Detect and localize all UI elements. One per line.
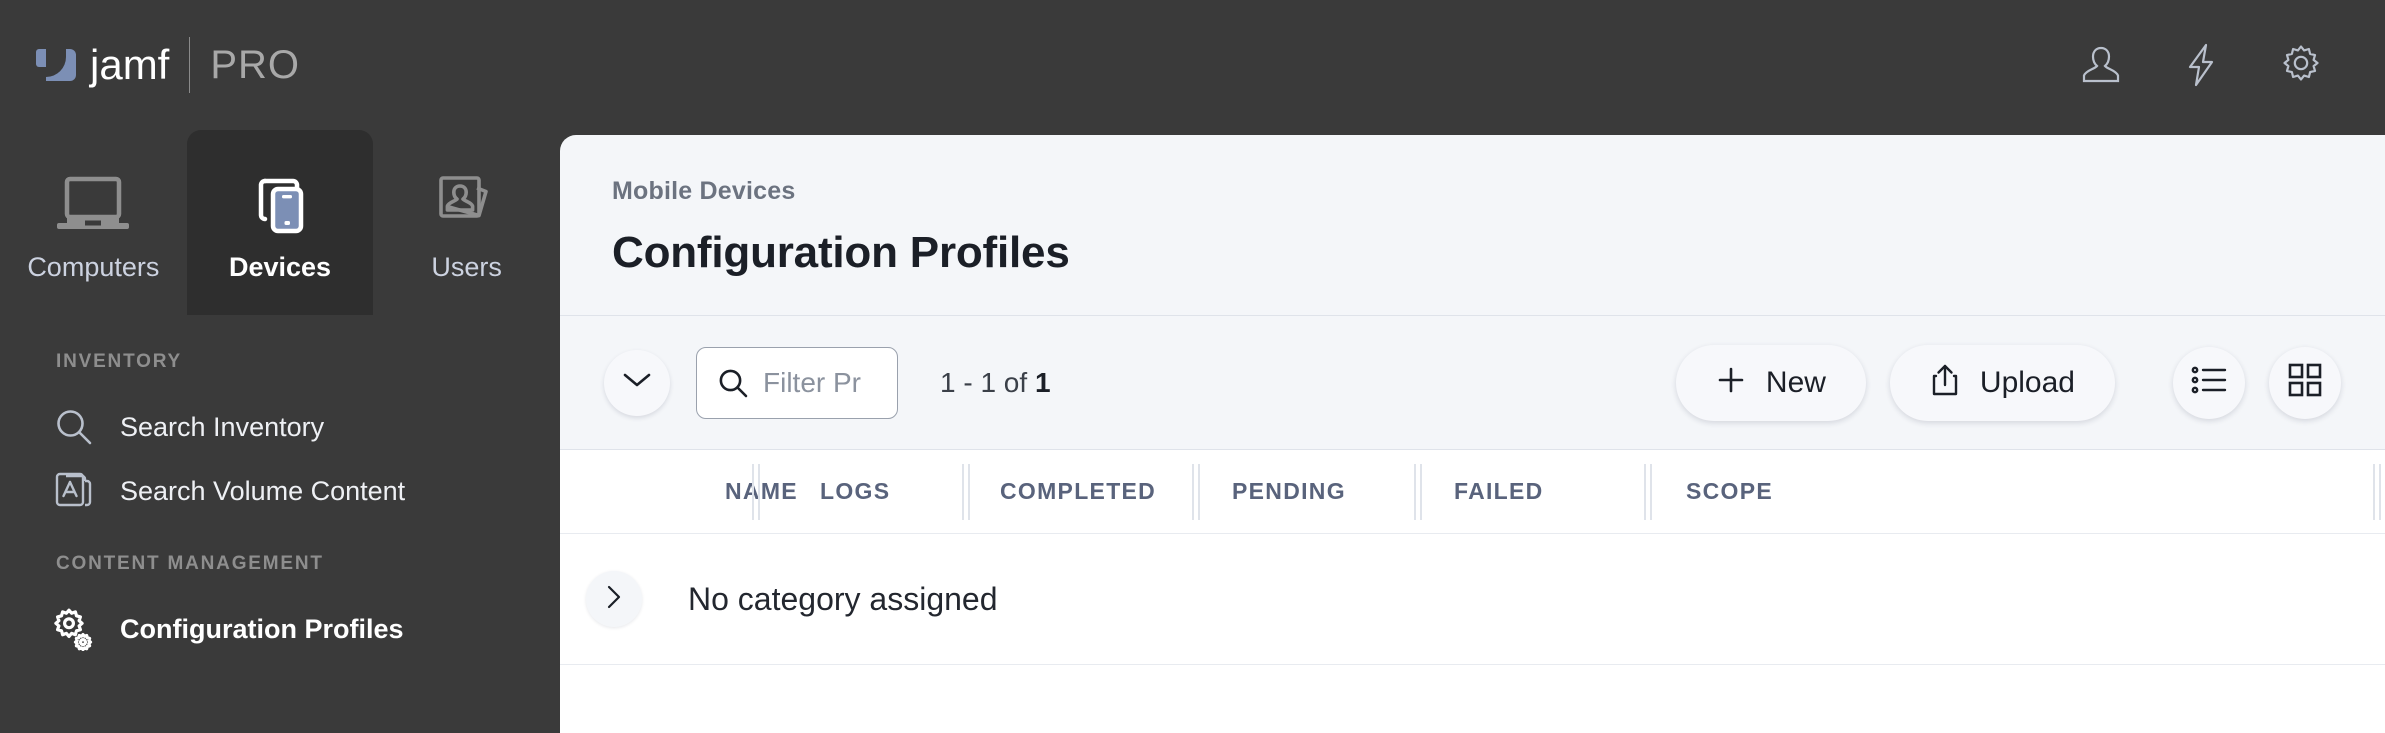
- new-button-label: New: [1765, 365, 1826, 399]
- gear-settings-icon[interactable]: [2279, 43, 2323, 87]
- column-header-name-label: NAME: [725, 478, 798, 504]
- users-cards-icon: [430, 156, 504, 252]
- tab-users-label: Users: [431, 252, 502, 282]
- nav-group-inventory-title: INVENTORY: [56, 351, 182, 372]
- brand-name: jamf: [90, 41, 170, 88]
- list-view-icon: [2191, 365, 2227, 400]
- table-row[interactable]: No category assigned: [560, 534, 2385, 664]
- jamf-pro-logo[interactable]: jamf PRO: [36, 37, 300, 93]
- brand-edition: PRO: [210, 42, 301, 87]
- profiles-table: NAME LOGS COMPLETED PENDING FAILED SCOPE…: [560, 450, 2385, 733]
- column-header-failed-label: FAILED: [1454, 478, 1544, 504]
- sidebar-item-configuration-profiles[interactable]: Configuration Profiles: [0, 597, 560, 661]
- section-tabs: Computers Devices Users: [0, 130, 560, 315]
- chevron-down-icon: [622, 371, 652, 394]
- toolbar: Filter Pr 1 - 1 of 1 New Upload: [560, 315, 2385, 450]
- column-header-completed-label: COMPLETED: [1000, 478, 1157, 504]
- tab-devices-label: Devices: [228, 252, 332, 282]
- laptop-icon: [53, 156, 133, 252]
- table-header-row: NAME LOGS COMPLETED PENDING FAILED SCOPE: [560, 450, 2385, 534]
- page-header: Mobile Devices Configuration Profiles: [560, 135, 2385, 315]
- column-header-name[interactable]: NAME: [560, 450, 820, 534]
- gears-icon: [52, 607, 96, 651]
- result-count: 1 - 1 of 1: [940, 367, 1051, 399]
- new-button[interactable]: New: [1675, 344, 1866, 421]
- sidebar-item-configuration-profiles-label: Configuration Profiles: [120, 613, 404, 644]
- upload-button-label: Upload: [1979, 365, 2075, 399]
- grid-view-button[interactable]: [2269, 346, 2341, 419]
- chevron-right-icon: [606, 584, 622, 615]
- plus-icon: [1716, 365, 1746, 400]
- column-header-scope-label: SCOPE: [1686, 478, 1774, 504]
- expand-all-button[interactable]: [604, 349, 670, 416]
- tab-computers-label: Computers: [27, 252, 160, 282]
- jamf-pro-app-window: jamf PRO Computers Devices Users INVENTO…: [0, 0, 2385, 733]
- breadcrumb[interactable]: Mobile Devices: [612, 177, 2385, 206]
- bolt-icon[interactable]: [2179, 43, 2223, 87]
- column-resize-handle[interactable]: [962, 463, 970, 520]
- sidebar: Computers Devices Users INVENTORY Search…: [0, 130, 560, 733]
- list-view-button[interactable]: [2173, 346, 2245, 419]
- tab-users[interactable]: Users: [373, 130, 560, 315]
- page-title: Configuration Profiles: [612, 228, 1070, 277]
- tab-devices[interactable]: Devices: [186, 130, 374, 315]
- sidebar-item-search-volume-content[interactable]: Search Volume Content: [0, 459, 560, 523]
- column-resize-handle[interactable]: [2373, 463, 2381, 520]
- column-header-scope[interactable]: SCOPE: [1644, 450, 1986, 534]
- user-account-icon[interactable]: [2079, 43, 2123, 87]
- upload-share-icon: [1930, 363, 1960, 402]
- toolbar-actions: New Upload: [1675, 344, 2341, 421]
- column-header-pending-label: PENDING: [1232, 478, 1346, 504]
- main-content-panel: Mobile Devices Configuration Profiles Fi…: [560, 135, 2385, 733]
- app-store-stack-icon: [52, 469, 96, 513]
- magnifier-icon: [52, 405, 96, 449]
- result-count-total: 1: [1034, 366, 1051, 398]
- column-header-logs[interactable]: LOGS: [752, 450, 1000, 534]
- column-resize-handle[interactable]: [1414, 463, 1422, 520]
- row-divider: [560, 664, 2385, 665]
- tab-computers[interactable]: Computers: [0, 130, 187, 315]
- column-header-trailing: [1986, 450, 2385, 534]
- column-resize-handle[interactable]: [1192, 463, 1200, 520]
- table-row-title: No category assigned: [688, 580, 998, 617]
- upload-button[interactable]: Upload: [1889, 344, 2115, 421]
- column-resize-handle[interactable]: [1644, 463, 1652, 520]
- top-bar-actions: [2079, 43, 2323, 87]
- top-bar: jamf PRO: [0, 0, 2385, 130]
- jamf-logo-mark-icon: [36, 45, 76, 85]
- sidebar-item-search-inventory-label: Search Inventory: [120, 411, 325, 442]
- filter-input[interactable]: Filter Pr: [696, 346, 898, 419]
- row-expand-button[interactable]: [586, 571, 642, 627]
- filter-input-placeholder: Filter Pr: [763, 366, 861, 398]
- column-header-logs-label: LOGS: [820, 478, 891, 504]
- column-resize-handle[interactable]: [752, 463, 760, 520]
- logo-divider: [189, 37, 191, 93]
- sidebar-item-search-inventory[interactable]: Search Inventory: [0, 395, 560, 459]
- search-icon: [717, 367, 749, 399]
- grid-view-icon: [2288, 363, 2322, 402]
- result-count-range: 1 - 1 of: [940, 366, 1035, 398]
- sidebar-item-search-volume-content-label: Search Volume Content: [120, 475, 406, 506]
- mobile-devices-icon: [243, 156, 317, 252]
- sidebar-nav: INVENTORY Search Inventory Search Volume…: [0, 315, 560, 661]
- nav-group-content-management-title: CONTENT MANAGEMENT: [56, 553, 324, 574]
